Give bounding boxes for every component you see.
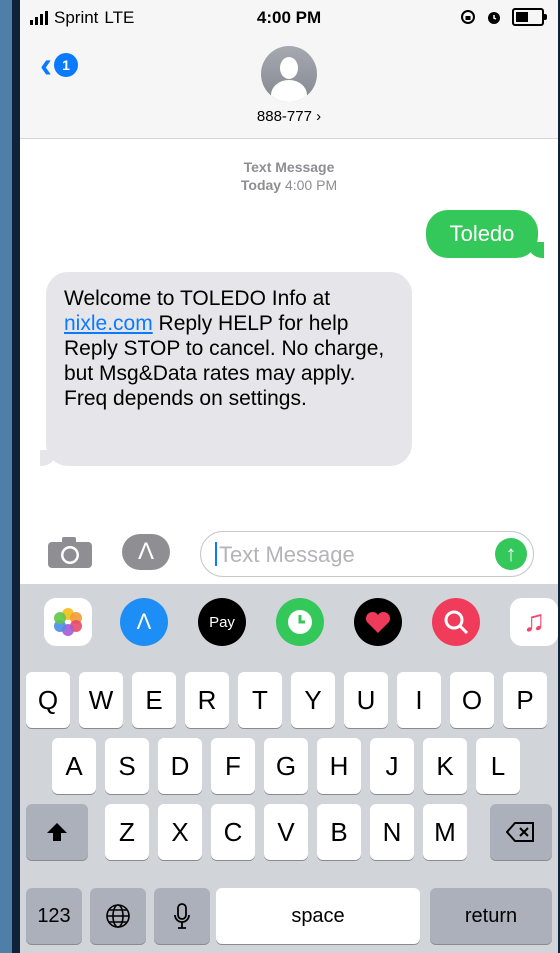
- delete-key[interactable]: [490, 804, 552, 860]
- apple-pay-icon[interactable]: Pay: [198, 598, 246, 646]
- key-j[interactable]: J: [370, 738, 414, 794]
- key-n[interactable]: N: [370, 804, 414, 860]
- incoming-message[interactable]: Welcome to TOLEDO Info at nixle.com Repl…: [40, 272, 412, 466]
- person-icon: [280, 57, 298, 79]
- status-bar: Sprint LTE 4:00 PM: [20, 0, 558, 40]
- key-x[interactable]: X: [158, 804, 202, 860]
- heart-icon[interactable]: [354, 598, 402, 646]
- conversation-header: ‹ 1 888-777 ›: [20, 40, 558, 139]
- key-w[interactable]: W: [79, 672, 123, 728]
- time-label: 4:00 PM: [284, 177, 338, 193]
- key-a[interactable]: A: [52, 738, 96, 794]
- key-f[interactable]: F: [211, 738, 255, 794]
- key-y[interactable]: Y: [291, 672, 335, 728]
- window-frame-left: [0, 0, 12, 953]
- photos-icon[interactable]: [44, 598, 92, 646]
- messages-screen: Sprint LTE 4:00 PM ‹ 1 888-777 › Text Me…: [20, 0, 558, 953]
- key-h[interactable]: H: [317, 738, 361, 794]
- contact-name[interactable]: 888-777 ›: [20, 108, 558, 125]
- key-k[interactable]: K: [423, 738, 467, 794]
- rotation-lock-icon: [461, 10, 475, 24]
- key-c[interactable]: C: [211, 804, 255, 860]
- outgoing-message[interactable]: Toledo: [426, 210, 544, 258]
- key-g[interactable]: G: [264, 738, 308, 794]
- app-store-icon[interactable]: Λ: [120, 598, 168, 646]
- service-label: Text Message: [243, 159, 335, 175]
- app-drawer: Λ Pay ♫: [20, 584, 558, 662]
- key-d[interactable]: D: [158, 738, 202, 794]
- app-store-icon: Λ: [137, 538, 155, 565]
- key-r[interactable]: R: [185, 672, 229, 728]
- globe-search-icon[interactable]: [432, 598, 480, 646]
- nixle-link[interactable]: nixle.com: [64, 312, 153, 335]
- key-b[interactable]: B: [317, 804, 361, 860]
- dictation-key[interactable]: [154, 888, 210, 944]
- window-frame-border: [12, 0, 20, 953]
- chevron-left-icon: ‹: [40, 44, 52, 85]
- key-l[interactable]: L: [476, 738, 520, 794]
- globe-icon: [106, 904, 130, 928]
- keyboard: Q W E R T Y U I O P A S D F G H J K L Z …: [20, 662, 558, 953]
- app-store-button[interactable]: Λ: [122, 534, 170, 570]
- key-t[interactable]: T: [238, 672, 282, 728]
- arrow-up-icon: ↑: [505, 541, 517, 566]
- clock-icon[interactable]: [276, 598, 324, 646]
- contact-avatar[interactable]: [261, 46, 317, 102]
- key-q[interactable]: Q: [26, 672, 70, 728]
- battery-icon: [512, 8, 547, 26]
- message-timestamp: Text Message Today 4:00 PM: [20, 158, 558, 194]
- key-s[interactable]: S: [105, 738, 149, 794]
- date-label: Today: [240, 177, 282, 193]
- unread-badge: 1: [54, 53, 78, 77]
- key-m[interactable]: M: [423, 804, 467, 860]
- key-u[interactable]: U: [344, 672, 388, 728]
- return-key[interactable]: return: [430, 888, 552, 944]
- space-key[interactable]: space: [216, 888, 420, 944]
- key-i[interactable]: I: [397, 672, 441, 728]
- key-e[interactable]: E: [132, 672, 176, 728]
- globe-key[interactable]: [90, 888, 146, 944]
- shift-key[interactable]: [26, 804, 88, 860]
- message-placeholder: Text Message: [219, 542, 355, 567]
- key-v[interactable]: V: [264, 804, 308, 860]
- message-input[interactable]: Text Message ↑: [200, 531, 534, 577]
- camera-icon[interactable]: [46, 534, 94, 570]
- key-z[interactable]: Z: [105, 804, 149, 860]
- alarm-icon: [488, 12, 500, 24]
- shift-icon: [47, 823, 67, 841]
- key-o[interactable]: O: [450, 672, 494, 728]
- back-button[interactable]: ‹ 1: [40, 44, 78, 85]
- music-icon[interactable]: ♫: [510, 598, 558, 646]
- numbers-key[interactable]: 123: [26, 888, 82, 944]
- key-p[interactable]: P: [503, 672, 547, 728]
- send-button[interactable]: ↑: [495, 538, 527, 570]
- microphone-icon: [174, 903, 190, 929]
- backspace-icon: [506, 822, 534, 842]
- composer-row: Λ Text Message ↑: [20, 522, 558, 584]
